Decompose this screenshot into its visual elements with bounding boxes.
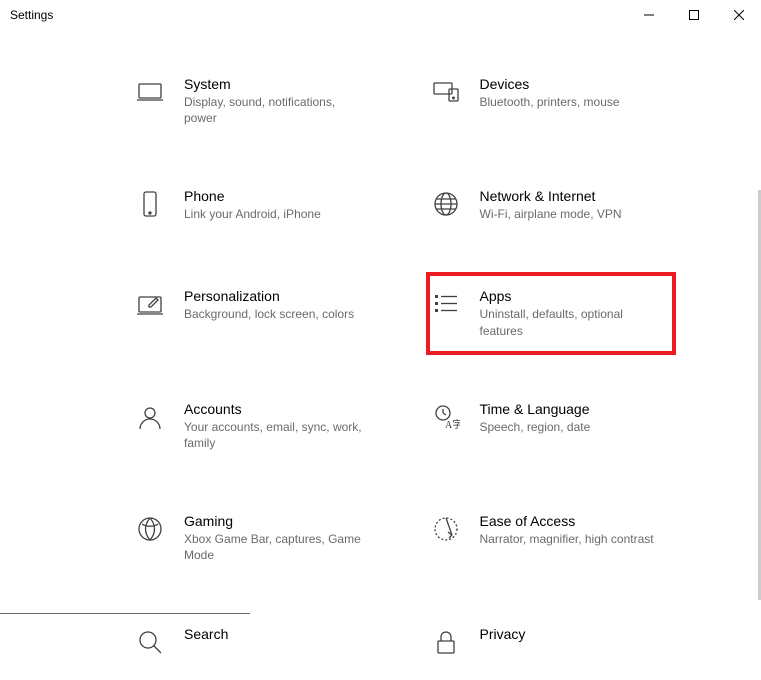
tile-privacy[interactable]: Privacy bbox=[426, 610, 676, 680]
tile-accounts[interactable]: Accounts Your accounts, email, sync, wor… bbox=[130, 385, 380, 467]
ease-of-access-icon bbox=[430, 513, 462, 545]
tile-text: Phone Link your Android, iPhone bbox=[184, 188, 366, 222]
tile-text: System Display, sound, notifications, po… bbox=[184, 76, 366, 126]
tile-devices[interactable]: Devices Bluetooth, printers, mouse bbox=[426, 60, 676, 142]
bottom-divider bbox=[0, 613, 250, 614]
system-icon bbox=[134, 76, 166, 108]
tile-subtitle: Link your Android, iPhone bbox=[184, 206, 366, 222]
close-button[interactable] bbox=[716, 0, 761, 30]
settings-content: System Display, sound, notifications, po… bbox=[0, 30, 761, 680]
globe-icon bbox=[430, 188, 462, 220]
tile-phone[interactable]: Phone Link your Android, iPhone bbox=[130, 172, 380, 242]
tile-apps[interactable]: Apps Uninstall, defaults, optional featu… bbox=[426, 272, 676, 354]
svg-text:A字: A字 bbox=[445, 418, 460, 431]
tile-text: Ease of Access Narrator, magnifier, high… bbox=[480, 513, 662, 547]
tile-title: Devices bbox=[480, 76, 662, 92]
gaming-icon bbox=[134, 513, 166, 545]
tile-title: Accounts bbox=[184, 401, 366, 417]
tile-ease[interactable]: Ease of Access Narrator, magnifier, high… bbox=[426, 497, 676, 579]
tile-text: Time & Language Speech, region, date bbox=[480, 401, 662, 435]
tile-text: Personalization Background, lock screen,… bbox=[184, 288, 366, 322]
tile-text: Accounts Your accounts, email, sync, wor… bbox=[184, 401, 366, 451]
apps-icon bbox=[430, 288, 462, 320]
tile-title: Apps bbox=[480, 288, 662, 304]
tile-subtitle: Speech, region, date bbox=[480, 419, 662, 435]
time-language-icon: A字 bbox=[430, 401, 462, 433]
tile-subtitle: Wi-Fi, airplane mode, VPN bbox=[480, 206, 662, 222]
tile-title: System bbox=[184, 76, 366, 92]
tile-title: Personalization bbox=[184, 288, 366, 304]
tile-title: Network & Internet bbox=[480, 188, 662, 204]
tile-text: Network & Internet Wi-Fi, airplane mode,… bbox=[480, 188, 662, 222]
tile-search[interactable]: Search bbox=[130, 610, 380, 680]
tile-subtitle: Narrator, magnifier, high contrast bbox=[480, 531, 662, 547]
accounts-icon bbox=[134, 401, 166, 433]
devices-icon bbox=[430, 76, 462, 108]
window-title: Settings bbox=[10, 8, 53, 22]
tile-title: Gaming bbox=[184, 513, 366, 529]
lock-icon bbox=[430, 626, 462, 658]
tile-subtitle: Display, sound, notifications, power bbox=[184, 94, 366, 126]
tile-system[interactable]: System Display, sound, notifications, po… bbox=[130, 60, 380, 142]
maximize-button[interactable] bbox=[671, 0, 716, 30]
tile-subtitle: Xbox Game Bar, captures, Game Mode bbox=[184, 531, 366, 563]
tile-title: Search bbox=[184, 626, 366, 642]
tile-subtitle: Your accounts, email, sync, work, family bbox=[184, 419, 366, 451]
tile-title: Phone bbox=[184, 188, 366, 204]
tile-text: Privacy bbox=[480, 626, 662, 644]
tile-title: Time & Language bbox=[480, 401, 662, 417]
tile-subtitle: Background, lock screen, colors bbox=[184, 306, 366, 322]
tile-text: Apps Uninstall, defaults, optional featu… bbox=[480, 288, 662, 338]
tile-subtitle: Bluetooth, printers, mouse bbox=[480, 94, 662, 110]
tile-gaming[interactable]: Gaming Xbox Game Bar, captures, Game Mod… bbox=[130, 497, 380, 579]
minimize-button[interactable] bbox=[626, 0, 671, 30]
tile-time[interactable]: A字 Time & Language Speech, region, date bbox=[426, 385, 676, 467]
tile-subtitle: Uninstall, defaults, optional features bbox=[480, 306, 662, 338]
tile-text: Gaming Xbox Game Bar, captures, Game Mod… bbox=[184, 513, 366, 563]
tile-network[interactable]: Network & Internet Wi-Fi, airplane mode,… bbox=[426, 172, 676, 242]
tile-text: Search bbox=[184, 626, 366, 644]
titlebar: Settings bbox=[0, 0, 761, 30]
phone-icon bbox=[134, 188, 166, 220]
tile-text: Devices Bluetooth, printers, mouse bbox=[480, 76, 662, 110]
window-controls bbox=[626, 0, 761, 30]
personalization-icon bbox=[134, 288, 166, 320]
settings-grid: System Display, sound, notifications, po… bbox=[0, 60, 761, 680]
tile-personalization[interactable]: Personalization Background, lock screen,… bbox=[130, 272, 380, 354]
search-icon bbox=[134, 626, 166, 658]
tile-title: Ease of Access bbox=[480, 513, 662, 529]
tile-title: Privacy bbox=[480, 626, 662, 642]
